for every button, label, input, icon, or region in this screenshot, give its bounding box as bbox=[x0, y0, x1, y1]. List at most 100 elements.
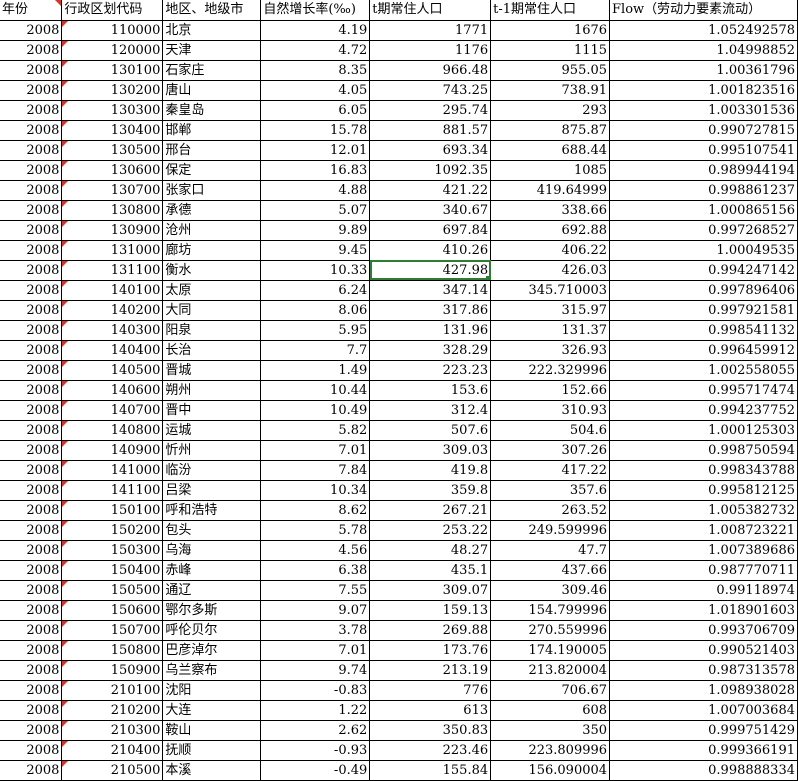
t-population-cell[interactable]: 347.14 bbox=[369, 280, 492, 301]
t1-population-cell[interactable]: 131.37 bbox=[490, 320, 611, 341]
t-population-cell[interactable]: 267.21 bbox=[369, 500, 492, 521]
flow-cell[interactable]: 1.000125303 bbox=[609, 420, 798, 441]
admin-code-cell[interactable]: 130300 bbox=[61, 100, 164, 121]
flow-cell[interactable]: 0.990727815 bbox=[609, 120, 798, 141]
region-cell[interactable]: 乌兰察布 bbox=[162, 660, 262, 681]
t-population-cell[interactable]: 881.57 bbox=[369, 120, 492, 141]
admin-code-cell[interactable]: 150500 bbox=[61, 580, 164, 601]
year-cell[interactable]: 2008 bbox=[0, 300, 63, 321]
admin-code-cell[interactable]: 130600 bbox=[61, 160, 164, 181]
region-cell[interactable]: 沧州 bbox=[162, 220, 262, 241]
admin-code-cell[interactable]: 140700 bbox=[61, 400, 164, 421]
region-cell[interactable]: 临汾 bbox=[162, 460, 262, 481]
t-population-cell[interactable]: 966.48 bbox=[369, 60, 492, 81]
admin-code-cell[interactable]: 140400 bbox=[61, 340, 164, 361]
admin-code-cell[interactable]: 140800 bbox=[61, 420, 164, 441]
t1-population-cell[interactable]: 47.7 bbox=[490, 540, 611, 561]
growth-rate-cell[interactable]: 7.7 bbox=[260, 340, 371, 361]
region-cell[interactable]: 大连 bbox=[162, 700, 262, 721]
year-cell[interactable]: 2008 bbox=[0, 400, 63, 421]
year-cell[interactable]: 2008 bbox=[0, 160, 63, 181]
region-cell[interactable]: 石家庄 bbox=[162, 60, 262, 81]
growth-rate-cell[interactable]: -0.93 bbox=[260, 740, 371, 761]
admin-code-cell[interactable]: 140300 bbox=[61, 320, 164, 341]
region-cell[interactable]: 鄂尔多斯 bbox=[162, 600, 262, 621]
region-cell[interactable]: 赤峰 bbox=[162, 560, 262, 581]
t-population-cell[interactable]: 269.88 bbox=[369, 620, 492, 641]
year-cell[interactable]: 2008 bbox=[0, 340, 63, 361]
region-cell[interactable]: 忻州 bbox=[162, 440, 262, 461]
admin-code-cell[interactable]: 130200 bbox=[61, 80, 164, 101]
region-cell[interactable]: 承德 bbox=[162, 200, 262, 221]
year-cell[interactable]: 2008 bbox=[0, 40, 63, 61]
t1-population-cell[interactable]: 222.329996 bbox=[490, 360, 611, 381]
year-cell[interactable]: 2008 bbox=[0, 180, 63, 201]
region-cell[interactable]: 衡水 bbox=[162, 260, 262, 281]
flow-cell[interactable]: 1.098938028 bbox=[609, 680, 798, 701]
t1-population-cell[interactable]: 174.190005 bbox=[490, 640, 611, 661]
region-cell[interactable]: 吕梁 bbox=[162, 480, 262, 501]
t1-population-cell[interactable]: 419.64999 bbox=[490, 180, 611, 201]
growth-rate-cell[interactable]: 4.05 bbox=[260, 80, 371, 101]
t-population-cell[interactable]: 1176 bbox=[369, 40, 492, 61]
flow-cell[interactable]: 1.007003684 bbox=[609, 700, 798, 721]
year-cell[interactable]: 2008 bbox=[0, 120, 63, 141]
t-population-cell[interactable]: 697.84 bbox=[369, 220, 492, 241]
admin-code-cell[interactable]: 150600 bbox=[61, 600, 164, 621]
region-cell[interactable]: 北京 bbox=[162, 20, 262, 41]
admin-code-cell[interactable]: 210400 bbox=[61, 740, 164, 761]
t1-population-cell[interactable]: 706.67 bbox=[490, 680, 611, 701]
flow-cell[interactable]: 0.989944194 bbox=[609, 160, 798, 181]
year-cell[interactable]: 2008 bbox=[0, 640, 63, 661]
growth-rate-cell[interactable]: 5.95 bbox=[260, 320, 371, 341]
flow-cell[interactable]: 0.997268527 bbox=[609, 220, 798, 241]
admin-code-cell[interactable]: 210100 bbox=[61, 680, 164, 701]
fill-handle[interactable] bbox=[486, 275, 490, 279]
year-cell[interactable]: 2008 bbox=[0, 460, 63, 481]
growth-rate-cell[interactable]: 9.07 bbox=[260, 600, 371, 621]
flow-cell[interactable]: 1.04998852 bbox=[609, 40, 798, 61]
year-cell[interactable]: 2008 bbox=[0, 560, 63, 581]
year-cell[interactable]: 2008 bbox=[0, 380, 63, 401]
t1-population-cell[interactable]: 338.66 bbox=[490, 200, 611, 221]
t-population-cell[interactable]: 173.76 bbox=[369, 640, 492, 661]
flow-cell[interactable]: 0.994237752 bbox=[609, 400, 798, 421]
flow-cell[interactable]: 0.998750594 bbox=[609, 440, 798, 461]
flow-cell[interactable]: 0.998888334 bbox=[609, 760, 798, 781]
t1-population-cell[interactable]: 154.799996 bbox=[490, 600, 611, 621]
t-population-cell[interactable]: 421.22 bbox=[369, 180, 492, 201]
flow-cell[interactable]: 0.997896406 bbox=[609, 280, 798, 301]
flow-cell[interactable]: 1.00049535 bbox=[609, 240, 798, 261]
region-cell[interactable]: 太原 bbox=[162, 280, 262, 301]
admin-code-cell[interactable]: 130900 bbox=[61, 220, 164, 241]
year-cell[interactable]: 2008 bbox=[0, 480, 63, 501]
year-cell[interactable]: 2008 bbox=[0, 260, 63, 281]
growth-rate-cell[interactable]: 5.07 bbox=[260, 200, 371, 221]
year-cell[interactable]: 2008 bbox=[0, 680, 63, 701]
t1-population-cell[interactable]: 152.66 bbox=[490, 380, 611, 401]
t1-population-cell[interactable]: 350 bbox=[490, 720, 611, 741]
year-cell[interactable]: 2008 bbox=[0, 280, 63, 301]
admin-code-cell[interactable]: 150400 bbox=[61, 560, 164, 581]
admin-code-cell[interactable]: 150100 bbox=[61, 500, 164, 521]
flow-cell[interactable]: 0.998861237 bbox=[609, 180, 798, 201]
admin-code-cell[interactable]: 130500 bbox=[61, 140, 164, 161]
admin-code-cell[interactable]: 131100 bbox=[61, 260, 164, 281]
flow-cell[interactable]: 1.002558055 bbox=[609, 360, 798, 381]
flow-cell[interactable]: 0.998343788 bbox=[609, 460, 798, 481]
t1-population-cell[interactable]: 270.559996 bbox=[490, 620, 611, 641]
growth-rate-cell[interactable]: 9.89 bbox=[260, 220, 371, 241]
growth-rate-cell[interactable]: -0.83 bbox=[260, 680, 371, 701]
flow-cell[interactable]: 0.997921581 bbox=[609, 300, 798, 321]
t-population-cell[interactable]: 328.29 bbox=[369, 340, 492, 361]
t-population-cell[interactable]: 419.8 bbox=[369, 460, 492, 481]
t-population-cell[interactable]: 223.23 bbox=[369, 360, 492, 381]
flow-cell[interactable]: 1.052492578 bbox=[609, 20, 798, 41]
t-population-cell[interactable]: 295.74 bbox=[369, 100, 492, 121]
flow-cell[interactable]: 0.994247142 bbox=[609, 260, 798, 281]
year-cell[interactable]: 2008 bbox=[0, 760, 63, 781]
admin-code-cell[interactable]: 140200 bbox=[61, 300, 164, 321]
t-population-cell[interactable]: 776 bbox=[369, 680, 492, 701]
region-cell[interactable]: 通辽 bbox=[162, 580, 262, 601]
region-cell[interactable]: 巴彦淖尔 bbox=[162, 640, 262, 661]
